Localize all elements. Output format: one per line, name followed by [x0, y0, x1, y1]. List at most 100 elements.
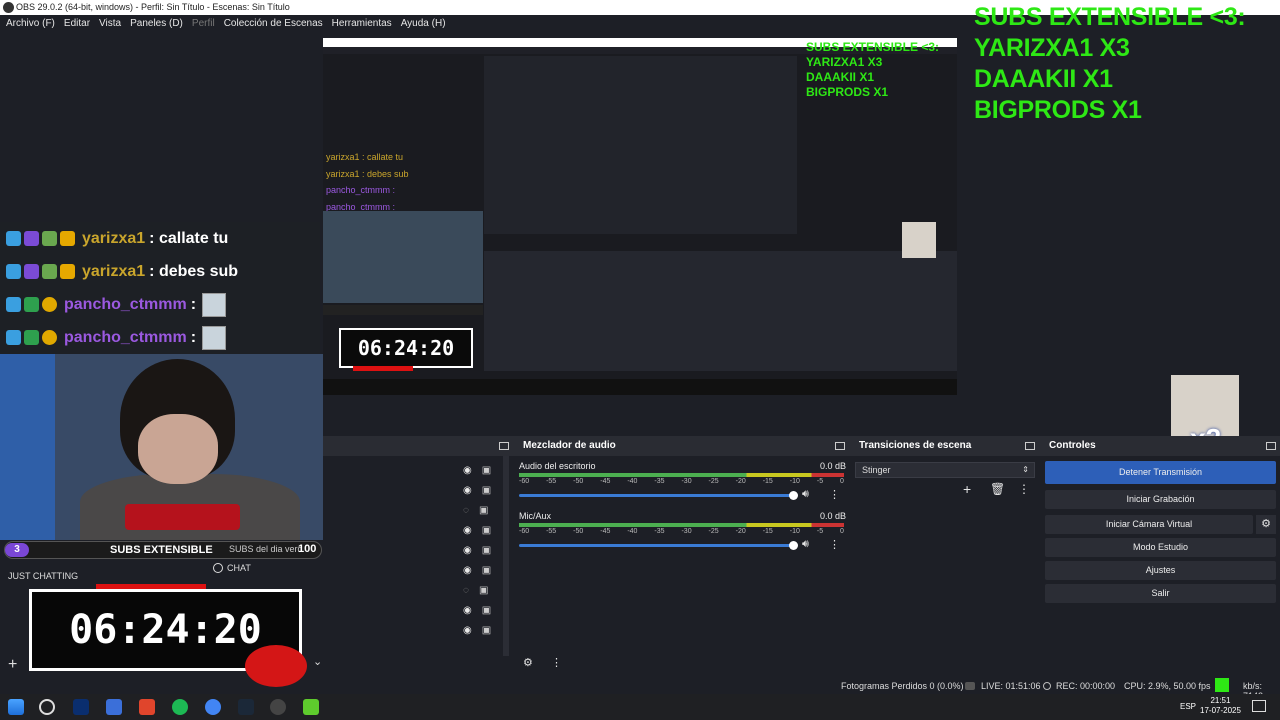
- more-options-icon[interactable]: ⋮: [829, 488, 840, 501]
- stop-stream-button[interactable]: Detener Transmisión: [1045, 461, 1276, 484]
- preview-subs-bar: [323, 305, 483, 315]
- studio-mode-button[interactable]: Modo Estudio: [1045, 538, 1276, 557]
- spotify-icon[interactable]: [172, 699, 188, 715]
- eye-icon[interactable]: ◉: [463, 525, 472, 536]
- scale-tick: -55: [546, 478, 557, 485]
- speaker-icon[interactable]: 🔊︎: [802, 538, 809, 551]
- rec-icon: [1043, 682, 1051, 690]
- transition-select[interactable]: Stinger ⇕: [855, 462, 1035, 478]
- add-transition-button[interactable]: +: [963, 481, 971, 497]
- lock-icon[interactable]: ▣: [482, 605, 491, 616]
- eye-icon[interactable]: ◉: [463, 545, 472, 556]
- taskbar-clock[interactable]: 21:51 17-07-2025: [1200, 696, 1241, 716]
- dock-float-icon[interactable]: [1266, 442, 1276, 450]
- transition-selected-value: Stinger: [862, 465, 891, 475]
- alert-badge-icon: [42, 297, 57, 312]
- eye-icon[interactable]: ◉: [463, 465, 472, 476]
- dock-float-icon[interactable]: [499, 442, 509, 450]
- lock-icon[interactable]: ▣: [482, 525, 491, 536]
- lock-icon[interactable]: ▣: [482, 565, 491, 576]
- lock-icon[interactable]: ▣: [482, 485, 491, 496]
- source-row[interactable]: ◉ ▣: [463, 543, 493, 557]
- chat-text: :: [190, 328, 197, 346]
- volume-slider[interactable]: [519, 494, 797, 497]
- more-options-icon[interactable]: ⋮: [829, 538, 840, 551]
- eye-hidden-icon[interactable]: ◌: [463, 585, 469, 596]
- minecraft-icon[interactable]: [303, 699, 319, 715]
- photoshop-icon[interactable]: [73, 699, 89, 715]
- scale-tick: -45: [600, 478, 611, 485]
- transitions-dock-title: Transiciones de escena: [859, 440, 972, 451]
- volume-slider-knob[interactable]: [789, 541, 798, 550]
- preview-timer-bar: [353, 366, 413, 371]
- source-row[interactable]: ◉ ▣: [463, 563, 493, 577]
- volume-slider-knob[interactable]: [789, 491, 798, 500]
- sources-scrollbar[interactable]: [503, 456, 509, 656]
- volume-meter: [519, 523, 844, 527]
- windows-start-icon[interactable]: [8, 699, 24, 715]
- source-row[interactable]: ◉ ▣: [463, 463, 493, 477]
- obs-icon[interactable]: [270, 699, 286, 715]
- gear-icon[interactable]: ⚙: [1256, 515, 1276, 534]
- preview-chat: yarizxa1 : callate tu yarizxa1 : debes s…: [326, 149, 409, 215]
- speaker-icon[interactable]: 🔊︎: [802, 488, 809, 501]
- dock-header-bar: Mezclador de audio Transiciones de escen…: [323, 436, 1280, 456]
- source-row[interactable]: ◌ ▣: [463, 503, 493, 517]
- brave-icon[interactable]: [139, 699, 155, 715]
- settings-button[interactable]: Ajustes: [1045, 561, 1276, 580]
- virtual-camera-button[interactable]: Iniciar Cámara Virtual: [1045, 515, 1253, 534]
- scale-tick: -25: [708, 478, 719, 485]
- chrome-icon[interactable]: [205, 699, 221, 715]
- source-row[interactable]: ◉ ▣: [463, 623, 493, 637]
- trash-icon[interactable]: 🗑︎: [990, 482, 1005, 496]
- eye-icon[interactable]: ◉: [463, 625, 472, 636]
- transition-menu-icon[interactable]: ⋮: [1018, 482, 1030, 496]
- menu-editar[interactable]: Editar: [64, 15, 90, 33]
- dock-float-icon[interactable]: [1025, 442, 1035, 450]
- menu-paneles[interactable]: Paneles (D): [130, 15, 183, 33]
- language-indicator[interactable]: ESP: [1180, 702, 1196, 711]
- search-icon[interactable]: [39, 699, 55, 715]
- menu-perfil[interactable]: Perfil: [192, 15, 215, 33]
- steam-icon[interactable]: [238, 699, 254, 715]
- exit-button[interactable]: Salir: [1045, 584, 1276, 603]
- source-row[interactable]: ◉ ▣: [463, 603, 493, 617]
- volume-slider[interactable]: [519, 544, 797, 547]
- scene-preview[interactable]: SUBS EXTENSIBLE <3: YARIZXA1 X3 DAAAKII …: [323, 38, 957, 395]
- meter-scale: -60 -55 -50 -45 -40 -35 -30 -25 -20 -15 -10 -5 0: [519, 478, 844, 485]
- mixer-dock-title: Mezclador de audio: [523, 440, 616, 451]
- eye-icon[interactable]: ◉: [463, 605, 472, 616]
- menu-ayuda[interactable]: Ayuda (H): [401, 15, 446, 33]
- live-time: LIVE: 01:51:06: [981, 681, 1041, 691]
- dock-float-icon[interactable]: [835, 442, 845, 450]
- source-row[interactable]: ◉ ▣: [463, 483, 493, 497]
- eye-icon[interactable]: ◉: [463, 485, 472, 496]
- preview-chat-line: pancho_ctmmm :: [326, 185, 396, 195]
- source-row[interactable]: ◌ ▣: [463, 583, 493, 597]
- menu-vista[interactable]: Vista: [99, 15, 121, 33]
- lock-icon[interactable]: ▣: [482, 465, 491, 476]
- menu-herramientas[interactable]: Herramientas: [332, 15, 392, 33]
- lock-icon[interactable]: ▣: [479, 505, 488, 516]
- leaf-badge-icon: [24, 330, 39, 345]
- eye-icon[interactable]: ◉: [463, 565, 472, 576]
- mixer-settings-icon[interactable]: ⚙: [523, 656, 533, 669]
- chat-message: pancho_ctmmm :: [0, 288, 320, 321]
- app-icon[interactable]: [106, 699, 122, 715]
- webcam-person-face: [138, 414, 218, 484]
- start-recording-button[interactable]: Iniciar Grabación: [1045, 490, 1276, 509]
- lock-icon[interactable]: ▣: [482, 625, 491, 636]
- preview-subs-overlay: SUBS EXTENSIBLE <3: YARIZXA1 X3 DAAAKII …: [806, 40, 939, 100]
- notifications-icon[interactable]: [1252, 700, 1266, 712]
- menu-coleccion-escenas[interactable]: Colección de Escenas: [224, 15, 323, 33]
- add-scene-button[interactable]: +: [8, 656, 17, 674]
- lock-icon[interactable]: ▣: [482, 545, 491, 556]
- preview-timer: 06:24:20: [339, 328, 473, 368]
- window-title: OBS 29.0.2 (64-bit, windows) - Perfil: S…: [16, 2, 290, 12]
- menu-archivo[interactable]: Archivo (F): [6, 15, 55, 33]
- clock-date: 17-07-2025: [1200, 706, 1241, 715]
- mixer-menu-icon[interactable]: ⋮: [551, 656, 562, 669]
- source-row[interactable]: ◉ ▣: [463, 523, 493, 537]
- lock-icon[interactable]: ▣: [479, 585, 488, 596]
- eye-hidden-icon[interactable]: ◌: [463, 505, 469, 516]
